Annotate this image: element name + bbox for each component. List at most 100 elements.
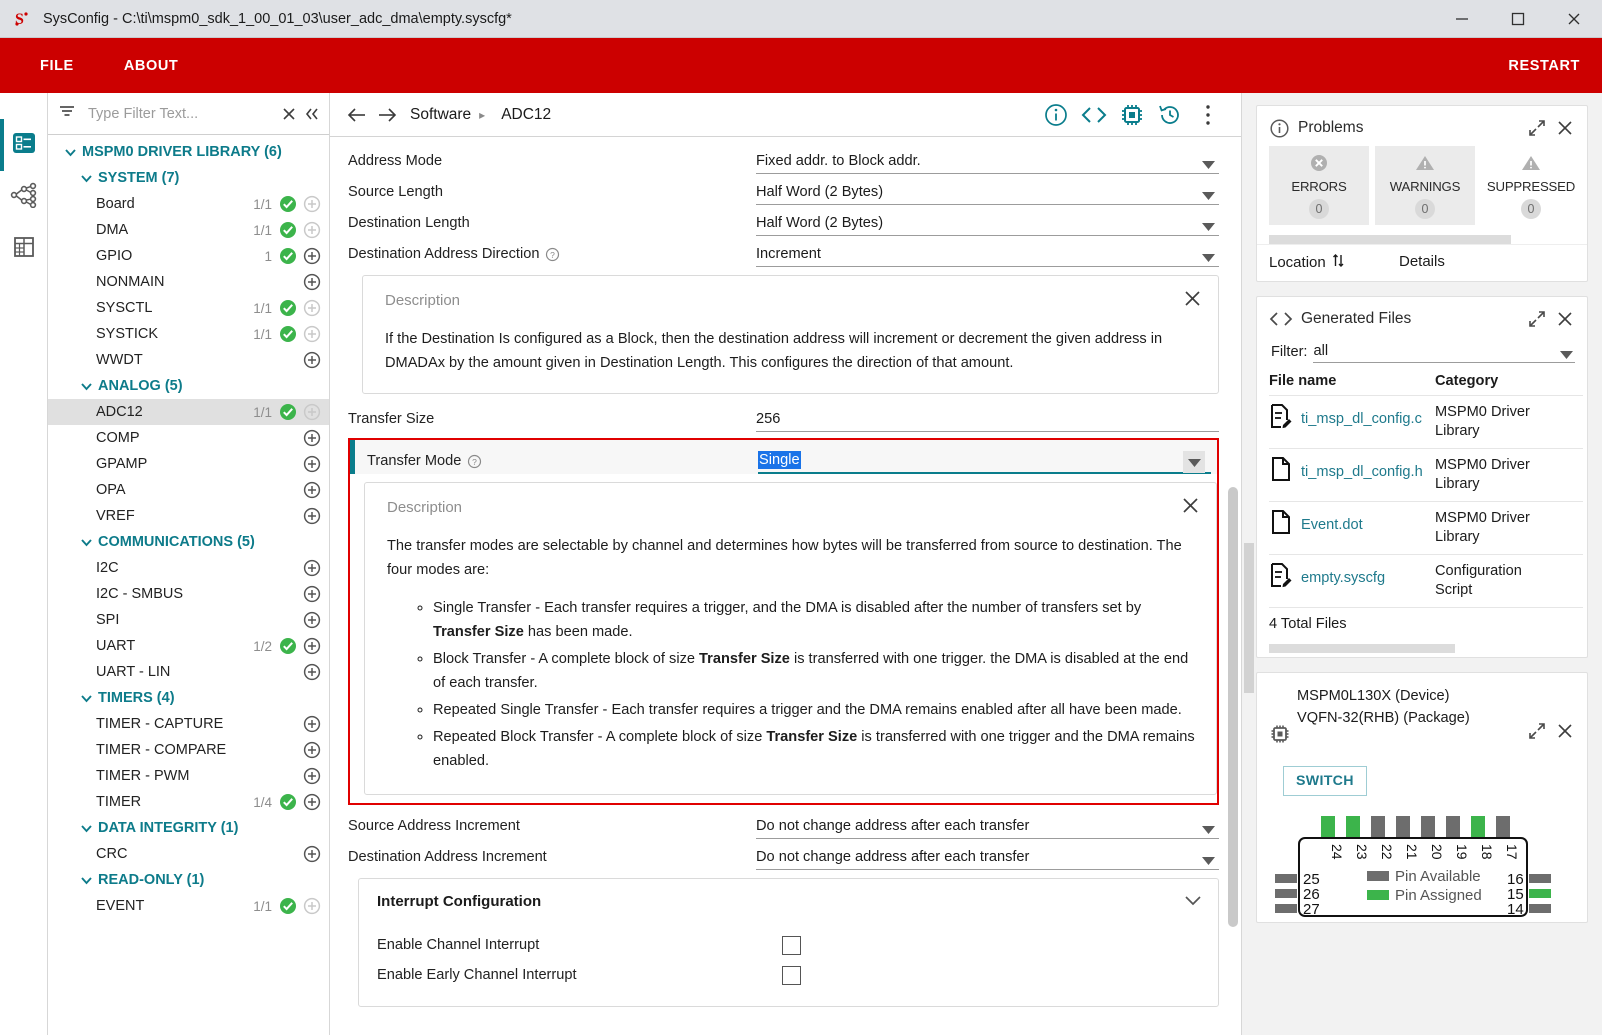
field-source-length[interactable]: Source LengthHalf Word (2 Bytes) bbox=[348, 175, 1219, 205]
file-name-link[interactable]: Event.dot bbox=[1301, 517, 1363, 533]
tree-item-nonmain[interactable]: NONMAIN bbox=[48, 269, 329, 295]
tree-item-adc12[interactable]: ADC121/1 bbox=[48, 399, 329, 425]
tree-group-data-integrity[interactable]: DATA INTEGRITY (1) bbox=[48, 815, 329, 841]
add-instance-icon[interactable] bbox=[303, 559, 321, 577]
chevron-down-icon[interactable] bbox=[1202, 852, 1215, 870]
expand-icon[interactable] bbox=[1525, 719, 1549, 743]
field-source-address-increment[interactable]: Source Address IncrementDo not change ad… bbox=[348, 809, 1219, 839]
component-tree[interactable]: MSPM0 DRIVER LIBRARY (6)SYSTEM (7)Board1… bbox=[48, 135, 329, 1035]
problems-hscrollbar[interactable] bbox=[1269, 235, 1579, 244]
collapse-all-icon[interactable] bbox=[300, 101, 323, 127]
file-name-cell[interactable]: ti_msp_dl_config.c bbox=[1269, 403, 1435, 434]
close-icon[interactable] bbox=[1546, 0, 1602, 38]
add-instance-icon[interactable] bbox=[303, 897, 321, 915]
field-value[interactable]: Half Word (2 Bytes) bbox=[756, 179, 1219, 205]
config-panel-scrollbar[interactable] bbox=[1228, 487, 1238, 927]
chevron-down-icon[interactable] bbox=[78, 173, 94, 183]
add-instance-icon[interactable] bbox=[303, 767, 321, 785]
menu-file[interactable]: FILE bbox=[26, 58, 88, 74]
expand-icon[interactable] bbox=[1525, 116, 1549, 140]
menu-about[interactable]: ABOUT bbox=[110, 58, 193, 74]
add-instance-icon[interactable] bbox=[303, 429, 321, 447]
tree-group-communications[interactable]: COMMUNICATIONS (5) bbox=[48, 529, 329, 555]
add-instance-icon[interactable] bbox=[303, 403, 321, 421]
field-value[interactable]: Single bbox=[758, 448, 1211, 474]
tree-group-read-only[interactable]: READ-ONLY (1) bbox=[48, 867, 329, 893]
column-header-details[interactable]: Details bbox=[1399, 253, 1445, 271]
tree-item-timer-capture[interactable]: TIMER - CAPTURE bbox=[48, 711, 329, 737]
rail-item-memory[interactable] bbox=[0, 223, 48, 275]
device-chip-icon[interactable] bbox=[1113, 98, 1151, 132]
checkbox-box[interactable] bbox=[782, 936, 801, 955]
add-instance-icon[interactable] bbox=[303, 507, 321, 525]
tree-item-i2c[interactable]: I2C bbox=[48, 555, 329, 581]
tree-item-board[interactable]: Board1/1 bbox=[48, 191, 329, 217]
tree-item-dma[interactable]: DMA1/1 bbox=[48, 217, 329, 243]
close-x-icon[interactable] bbox=[1553, 719, 1577, 743]
problems-errors[interactable]: ERRORS0 bbox=[1269, 146, 1369, 225]
file-name-cell[interactable]: empty.syscfg bbox=[1269, 562, 1435, 593]
tree-item-crc[interactable]: CRC bbox=[48, 841, 329, 867]
checkbox-enable-channel-interrupt[interactable]: Enable Channel Interrupt bbox=[377, 930, 1200, 960]
breadcrumb-root[interactable]: Software bbox=[410, 106, 471, 124]
add-instance-icon[interactable] bbox=[303, 247, 321, 265]
search-input[interactable] bbox=[76, 105, 277, 123]
add-instance-icon[interactable] bbox=[303, 845, 321, 863]
chevron-down-icon[interactable] bbox=[78, 875, 94, 885]
info-icon[interactable] bbox=[1037, 98, 1075, 132]
file-name-cell[interactable]: ti_msp_dl_config.h bbox=[1269, 456, 1435, 487]
field-value[interactable]: Do not change address after each transfe… bbox=[756, 844, 1219, 870]
maximize-icon[interactable] bbox=[1490, 0, 1546, 38]
code-icon[interactable] bbox=[1075, 98, 1113, 132]
add-instance-icon[interactable] bbox=[303, 611, 321, 629]
column-header-location[interactable]: Location bbox=[1269, 253, 1399, 271]
tree-item-vref[interactable]: VREF bbox=[48, 503, 329, 529]
problems-suppressed[interactable]: SUPPRESSED0 bbox=[1481, 146, 1581, 225]
add-instance-icon[interactable] bbox=[303, 325, 321, 343]
rail-item-diagram[interactable] bbox=[0, 171, 48, 223]
help-circle-icon[interactable]: ? bbox=[467, 454, 482, 469]
tree-item-timer[interactable]: TIMER1/4 bbox=[48, 789, 329, 815]
file-name-link[interactable]: ti_msp_dl_config.h bbox=[1301, 464, 1423, 480]
add-instance-icon[interactable] bbox=[303, 741, 321, 759]
add-instance-icon[interactable] bbox=[303, 195, 321, 213]
field-value[interactable]: Fixed addr. to Block addr. bbox=[756, 148, 1219, 174]
tree-item-comp[interactable]: COMP bbox=[48, 425, 329, 451]
add-instance-icon[interactable] bbox=[303, 637, 321, 655]
field-value[interactable]: Do not change address after each transfe… bbox=[756, 813, 1219, 839]
field-transfer-size[interactable]: Transfer Size 256 bbox=[348, 402, 1219, 432]
field-destination-address-direction[interactable]: Destination Address Direction?Increment bbox=[348, 237, 1219, 267]
clear-x-icon[interactable] bbox=[277, 101, 300, 127]
checkbox-box[interactable] bbox=[782, 966, 801, 985]
tree-group-timers[interactable]: TIMERS (4) bbox=[48, 685, 329, 711]
field-value[interactable]: Half Word (2 Bytes) bbox=[756, 210, 1219, 236]
rail-item-structure[interactable] bbox=[0, 119, 48, 171]
generated-files-hscrollbar[interactable] bbox=[1269, 644, 1579, 653]
chevron-down-icon[interactable] bbox=[1184, 893, 1202, 911]
field-destination-length[interactable]: Destination LengthHalf Word (2 Bytes) bbox=[348, 206, 1219, 236]
tree-item-timer-pwm[interactable]: TIMER - PWM bbox=[48, 763, 329, 789]
chevron-down-icon[interactable] bbox=[62, 147, 78, 157]
file-name-cell[interactable]: Event.dot bbox=[1269, 509, 1435, 540]
field-value[interactable]: 256 bbox=[756, 406, 1219, 432]
tree-item-event[interactable]: EVENT1/1 bbox=[48, 893, 329, 919]
field-transfer-mode[interactable]: Transfer Mode ? Single bbox=[350, 440, 1217, 474]
history-icon[interactable] bbox=[1151, 98, 1189, 132]
filter-select[interactable]: all bbox=[1313, 339, 1575, 363]
tree-item-i2c-smbus[interactable]: I2C - SMBUS bbox=[48, 581, 329, 607]
close-x-icon[interactable] bbox=[1553, 116, 1577, 140]
expand-icon[interactable] bbox=[1525, 307, 1549, 331]
field-value[interactable]: Increment bbox=[756, 241, 1219, 267]
tree-item-wwdt[interactable]: WWDT bbox=[48, 347, 329, 373]
tree-item-gpamp[interactable]: GPAMP bbox=[48, 451, 329, 477]
add-instance-icon[interactable] bbox=[303, 455, 321, 473]
generated-file-row[interactable]: ti_msp_dl_config.cMSPM0 Driver Library bbox=[1269, 395, 1583, 448]
checkbox-enable-early-channel-interrupt[interactable]: Enable Early Channel Interrupt bbox=[377, 960, 1200, 990]
close-x-icon[interactable] bbox=[1181, 496, 1200, 520]
generated-file-row[interactable]: ti_msp_dl_config.hMSPM0 Driver Library bbox=[1269, 448, 1583, 501]
chevron-down-icon[interactable] bbox=[1183, 451, 1205, 473]
add-instance-icon[interactable] bbox=[303, 481, 321, 499]
field-destination-address-increment[interactable]: Destination Address IncrementDo not chan… bbox=[348, 840, 1219, 870]
tree-item-uart[interactable]: UART1/2 bbox=[48, 633, 329, 659]
right-panel-scrollbar[interactable] bbox=[1244, 543, 1254, 693]
